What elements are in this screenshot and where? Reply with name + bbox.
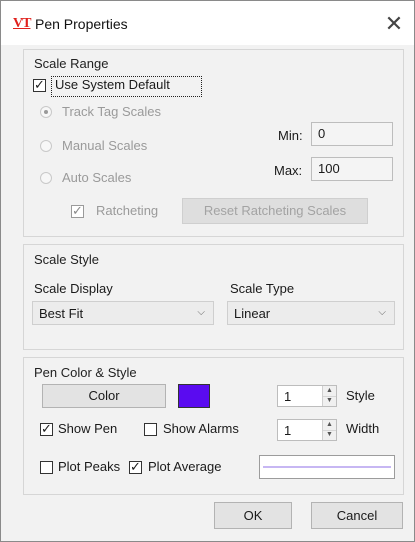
- min-label: Min:: [278, 128, 303, 143]
- plot-average-checkbox[interactable]: [129, 459, 142, 475]
- scale-range-title: Scale Range: [34, 56, 109, 71]
- width-stepper[interactable]: 1 ▲ ▼: [277, 419, 337, 441]
- scale-display-label: Scale Display: [34, 281, 113, 296]
- chevron-down-icon: ⌵: [197, 307, 205, 318]
- max-input[interactable]: 100: [311, 157, 393, 181]
- scale-display-dropdown[interactable]: Best Fit ⌵: [32, 301, 214, 325]
- color-button[interactable]: Color: [42, 384, 166, 408]
- style-label: Style: [346, 388, 375, 403]
- pen-color-swatch[interactable]: [178, 384, 210, 408]
- auto-scales-label[interactable]: Auto Scales: [62, 170, 131, 185]
- show-alarms-checkbox[interactable]: [144, 423, 157, 436]
- manual-scales-label[interactable]: Manual Scales: [62, 138, 147, 153]
- chevron-down-icon: ⌵: [378, 307, 386, 318]
- style-spin-buttons[interactable]: ▲ ▼: [322, 386, 336, 406]
- width-spin-buttons[interactable]: ▲ ▼: [322, 420, 336, 440]
- spin-down-icon[interactable]: ▼: [323, 396, 336, 406]
- use-system-default-label[interactable]: Use System Default: [55, 77, 170, 92]
- auto-scales-radio[interactable]: [40, 172, 52, 184]
- plot-average-label[interactable]: Plot Average: [148, 459, 221, 474]
- plot-peaks-checkbox[interactable]: [40, 461, 53, 474]
- reset-ratcheting-scales-button[interactable]: Reset Ratcheting Scales: [182, 198, 368, 224]
- pen-color-style-title: Pen Color & Style: [34, 365, 137, 380]
- scale-type-label: Scale Type: [230, 281, 295, 296]
- app-logo: VT: [13, 16, 31, 31]
- dialog-title: Pen Properties: [35, 16, 128, 32]
- show-pen-checkbox[interactable]: [40, 421, 53, 437]
- scale-type-value: Linear: [234, 306, 271, 321]
- ratcheting-checkbox[interactable]: [71, 203, 84, 219]
- plot-peaks-label[interactable]: Plot Peaks: [58, 459, 120, 474]
- use-system-default-checkbox[interactable]: [33, 77, 46, 93]
- min-input[interactable]: 0: [311, 122, 393, 146]
- cancel-button[interactable]: Cancel: [311, 502, 403, 529]
- pen-properties-dialog: VT Pen Properties ✕ Scale Range Use Syst…: [0, 0, 415, 542]
- track-tag-scales-label[interactable]: Track Tag Scales: [62, 104, 161, 119]
- width-value: 1: [284, 423, 292, 438]
- scale-range-group: Scale Range Use System Default Track Tag…: [23, 49, 404, 237]
- show-alarms-label[interactable]: Show Alarms: [163, 421, 239, 436]
- track-tag-scales-radio[interactable]: [40, 106, 52, 118]
- scale-style-title: Scale Style: [34, 252, 100, 267]
- pen-color-style-group: Pen Color & Style Color 1 ▲ ▼ Style Show…: [23, 357, 404, 495]
- close-icon[interactable]: ✕: [379, 9, 409, 39]
- width-label: Width: [346, 421, 380, 436]
- line-style-preview: [259, 455, 395, 479]
- style-stepper[interactable]: 1 ▲ ▼: [277, 385, 337, 407]
- spin-down-icon[interactable]: ▼: [323, 430, 336, 440]
- preview-line: [263, 466, 391, 468]
- scale-display-value: Best Fit: [39, 306, 84, 321]
- max-label: Max:: [274, 163, 303, 178]
- manual-scales-radio[interactable]: [40, 140, 52, 152]
- show-pen-label[interactable]: Show Pen: [58, 421, 117, 436]
- style-value: 1: [284, 389, 292, 404]
- ok-button[interactable]: OK: [214, 502, 292, 529]
- ratcheting-label[interactable]: Ratcheting: [96, 203, 158, 218]
- scale-type-dropdown[interactable]: Linear ⌵: [227, 301, 395, 325]
- title-bar: VT Pen Properties ✕: [1, 1, 414, 45]
- scale-style-group: Scale Style Scale Display Best Fit ⌵ Sca…: [23, 244, 404, 350]
